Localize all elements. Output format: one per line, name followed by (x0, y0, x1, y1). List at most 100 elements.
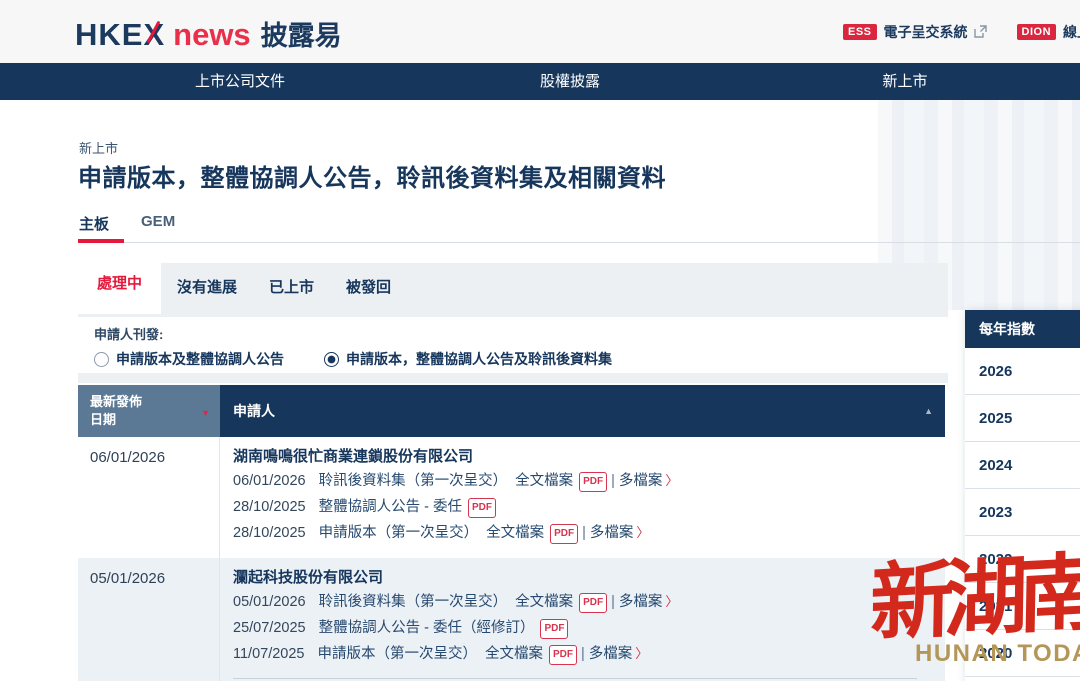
pdf-icon[interactable]: PDF (549, 645, 577, 665)
pdf-icon[interactable]: PDF (550, 524, 578, 544)
main-nav: 上市公司文件 股權披露 新上市 (0, 63, 1080, 100)
dion-badge: DION (1017, 24, 1057, 40)
separator: | (611, 473, 615, 489)
document-entry: 28/10/2025 申請版本（第一次呈交） 全文檔案 PDF|多檔案〉 (233, 524, 932, 544)
logo-x-mark: X (143, 17, 165, 53)
document-title-link[interactable]: 聆訊後資料集（第一次呈交） (319, 473, 508, 489)
radio-label: 申請版本及整體協調人公告 (116, 349, 284, 369)
filter-label: 申請人刊發: (94, 324, 163, 343)
tab-inactive[interactable]: 沒有進展 (177, 276, 237, 297)
document-date: 05/01/2026 (233, 594, 306, 610)
sort-ascending-icon[interactable]: ▲ (924, 406, 933, 416)
radio-unselected-icon[interactable] (94, 352, 109, 367)
divider (233, 678, 917, 679)
tab-gem[interactable]: GEM (141, 213, 175, 234)
document-entry: 06/01/2026聆訊後資料集（第一次呈交）全文檔案PDF|多檔案〉 (233, 472, 932, 492)
hunan-today-watermark-cn: 新湖南 (869, 550, 1080, 646)
tab-main-board[interactable]: 主板 (79, 213, 109, 234)
document-title-link[interactable]: 整體協調人公告 - 委任（經修訂） (319, 620, 535, 636)
pdf-icon[interactable]: PDF (579, 593, 607, 613)
document-entry: 11/07/2025申請版本（第一次呈交）全文檔案PDF|多檔案〉 (233, 645, 932, 665)
fulltext-link[interactable]: 全文檔案 (486, 525, 544, 541)
year-item-2023[interactable]: 2023 (965, 489, 1080, 536)
year-item-2024[interactable]: 2024 (965, 442, 1080, 489)
radio-option-ap-oc-phip[interactable]: 申請版本，整體協調人公告及聆訊後資料集 (324, 349, 612, 369)
table-header: 最新發佈日期 ▼ 申請人 ▲ (78, 385, 945, 437)
company-name: 湖南鳴鳴很忙商業連鎖股份有限公司 (233, 448, 932, 466)
column-header-label: 最新發佈日期 (90, 393, 146, 429)
fulltext-link[interactable]: 全文檔案 (485, 646, 543, 662)
document-entry: 28/10/2025 整體協調人公告 - 委任 PDF (233, 498, 932, 518)
document-entry: 25/07/2025 整體協調人公告 - 委任（經修訂） PDF (233, 619, 932, 639)
board-tabs: 主板 GEM (79, 213, 175, 234)
radio-option-ap-ocannouncement[interactable]: 申請版本及整體協調人公告 (94, 349, 284, 369)
separator: | (581, 646, 585, 662)
page-title: 申請版本，整體協調人公告，聆訊後資料集及相關資料 (78, 158, 666, 193)
applications-table: 最新發佈日期 ▼ 申請人 ▲ 06/01/2026 湖南鳴鳴很忙商業連鎖股份有限… (78, 385, 945, 681)
external-link-icon (974, 25, 987, 38)
multiple-files-link[interactable]: 多檔案 (589, 646, 633, 662)
multiple-files-link[interactable]: 多檔案 (619, 473, 663, 489)
yearly-index-header: 每年指數 (965, 310, 1080, 348)
logo-hkex-text: HKEX (75, 17, 165, 53)
year-item-2025[interactable]: 2025 (965, 395, 1080, 442)
document-date: 11/07/2025 (233, 646, 305, 662)
column-header-applicant[interactable]: 申請人 ▲ (220, 385, 945, 437)
column-header-latest-release-date[interactable]: 最新發佈日期 ▼ (78, 385, 220, 437)
fulltext-link[interactable]: 全文檔案 (515, 594, 573, 610)
document-date: 25/07/2025 (233, 620, 306, 636)
company-name: 瀾起科技股份有限公司 (233, 569, 932, 587)
document-title-link[interactable]: 申請版本（第一次呈交） (318, 646, 478, 662)
document-title-link[interactable]: 整體協調人公告 - 委任 (319, 499, 462, 515)
document-date: 28/10/2025 (233, 525, 306, 541)
logo-news-text: news (173, 17, 251, 53)
radio-selected-icon[interactable] (324, 352, 339, 367)
tab-listed[interactable]: 已上市 (269, 276, 314, 297)
hkexnews-logo[interactable]: HKEX news 披露易 (75, 14, 342, 53)
multiple-files-link[interactable]: 多檔案 (590, 525, 634, 541)
publication-filter-card: 申請人刊發: 申請版本及整體協調人公告 申請版本，整體協調人公告及聆訊後資料集 (78, 317, 948, 373)
table-row: 06/01/2026 湖南鳴鳴很忙商業連鎖股份有限公司 06/01/2026聆訊… (78, 437, 945, 558)
fulltext-link[interactable]: 全文檔案 (515, 473, 573, 489)
status-tabs: 處理中 沒有進展 已上市 被發回 (78, 263, 948, 310)
dion-link[interactable]: DION 線上權益 (1017, 22, 1080, 42)
filter-panel: 處理中 沒有進展 已上市 被發回 申請人刊發: 申請版本及整體協調人公告 申請版… (78, 263, 948, 383)
top-utility-links: ESS 電子呈交系統 DION 線上權益 (843, 0, 1080, 63)
breadcrumb: 新上市 (79, 138, 118, 157)
radio-label: 申請版本，整體協調人公告及聆訊後資料集 (346, 349, 612, 369)
chevron-right-icon: 〉 (665, 594, 678, 609)
chevron-right-icon: 〉 (636, 525, 649, 540)
top-header: HKEX news 披露易 ESS 電子呈交系統 DION 線上權益 (0, 0, 1080, 63)
document-date: 28/10/2025 (233, 499, 306, 515)
dion-label: 線上權益 (1063, 22, 1080, 42)
hunan-today-watermark-en: HUNAN TODAY (915, 640, 1080, 668)
ess-badge: ESS (843, 24, 877, 40)
document-title-link[interactable]: 聆訊後資料集（第一次呈交） (319, 594, 508, 610)
active-tab-underline (78, 239, 124, 243)
year-item-2026[interactable]: 2026 (965, 348, 1080, 395)
applicant-cell: 湖南鳴鳴很忙商業連鎖股份有限公司 06/01/2026聆訊後資料集（第一次呈交）… (220, 437, 945, 558)
nav-item-listed-company-documents[interactable]: 上市公司文件 (195, 63, 285, 100)
sort-descending-icon[interactable]: ▼ (201, 404, 210, 422)
pdf-icon[interactable]: PDF (468, 498, 496, 518)
chevron-right-icon: 〉 (665, 473, 678, 488)
pdf-icon[interactable]: PDF (579, 472, 607, 492)
nav-item-shareholding-disclosures[interactable]: 股權披露 (540, 63, 600, 100)
tab-in-process[interactable]: 處理中 (78, 260, 161, 314)
release-date-cell: 06/01/2026 (78, 437, 220, 558)
ess-link[interactable]: ESS 電子呈交系統 (843, 22, 987, 42)
document-entry: 05/01/2026聆訊後資料集（第一次呈交）全文檔案PDF|多檔案〉 (233, 593, 932, 613)
tab-returned[interactable]: 被發回 (346, 276, 391, 297)
logo-chinese-text: 披露易 (261, 14, 342, 53)
filter-options: 申請版本及整體協調人公告 申請版本，整體協調人公告及聆訊後資料集 (94, 349, 652, 369)
table-row: 05/01/2026 瀾起科技股份有限公司 05/01/2026 聆訊後資料集（第… (78, 558, 945, 681)
pdf-icon[interactable]: PDF (540, 619, 568, 639)
document-title-link[interactable]: 申請版本（第一次呈交） (319, 525, 479, 541)
tab-rule (78, 242, 1080, 243)
separator: | (582, 525, 586, 541)
column-header-label: 申請人 (233, 401, 275, 421)
release-date-cell: 05/01/2026 (78, 558, 220, 681)
ess-label: 電子呈交系統 (884, 22, 968, 42)
multiple-files-link[interactable]: 多檔案 (619, 594, 663, 610)
nav-item-new-listings[interactable]: 新上市 (882, 63, 927, 100)
